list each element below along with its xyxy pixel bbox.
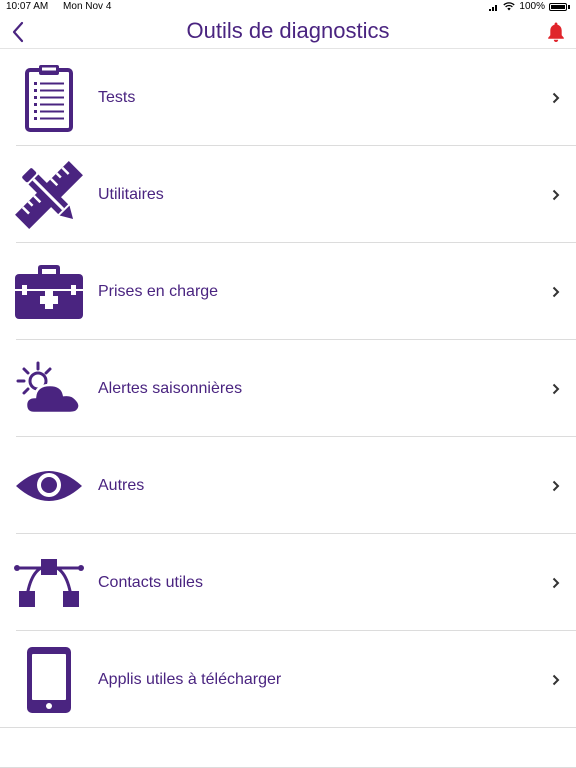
status-right: 100% [489,1,570,12]
chevron-right-icon [550,91,562,105]
menu-item-label: Contacts utiles [98,573,203,591]
menu-item-label: Autres [98,476,145,494]
pencil-ruler-icon [14,160,84,230]
sun-cloud-icon [14,354,84,424]
notifications-button[interactable] [546,20,566,44]
status-time: 10:07 AM [6,1,49,12]
menu-item-utilitaires[interactable]: Utilitaires [0,146,576,243]
menu-item-contacts-utiles[interactable]: Contacts utiles [0,534,576,631]
nav-bar: Outils de diagnostics [0,14,576,49]
page-title: Outils de diagnostics [186,18,390,43]
chevron-right-icon [550,188,562,202]
chevron-right-icon [550,285,562,299]
wifi-icon [503,2,516,11]
status-bar: 10:07 AM Mon Nov 4 100% [0,0,576,14]
menu-item-prises-en-charge[interactable]: Prises en charge [0,243,576,340]
battery-percent: 100% [519,1,545,12]
menu-item-label: Utilitaires [98,185,164,203]
menu-item-label: Applis utiles à télécharger [98,670,282,688]
tablet-icon [14,645,84,715]
vector-path-icon [14,548,84,618]
menu-item-tests[interactable]: Tests [0,49,576,146]
menu-list: Tests Utilitaires Prises en charge Alert… [0,49,576,728]
menu-item-label: Tests [98,88,136,106]
menu-item-alertes-saisonnieres[interactable]: Alertes saisonnières [0,340,576,437]
menu-item-label: Prises en charge [98,282,219,300]
chevron-right-icon [550,673,562,687]
bell-icon [548,22,564,42]
chevron-right-icon [550,479,562,493]
medical-kit-icon [14,257,84,327]
menu-item-label: Alertes saisonnières [98,379,243,397]
battery-tip [568,4,570,9]
status-left: 10:07 AM Mon Nov 4 [6,1,123,12]
signal-icon [489,4,498,11]
menu-item-applis-utiles[interactable]: Applis utiles à télécharger [0,631,576,728]
chevron-right-icon [550,382,562,396]
menu-item-autres[interactable]: Autres [0,437,576,534]
clipboard-icon [14,63,84,133]
eye-icon [14,451,84,521]
status-date: Mon Nov 4 [63,1,112,12]
battery-icon [549,2,567,11]
chevron-right-icon [550,576,562,590]
